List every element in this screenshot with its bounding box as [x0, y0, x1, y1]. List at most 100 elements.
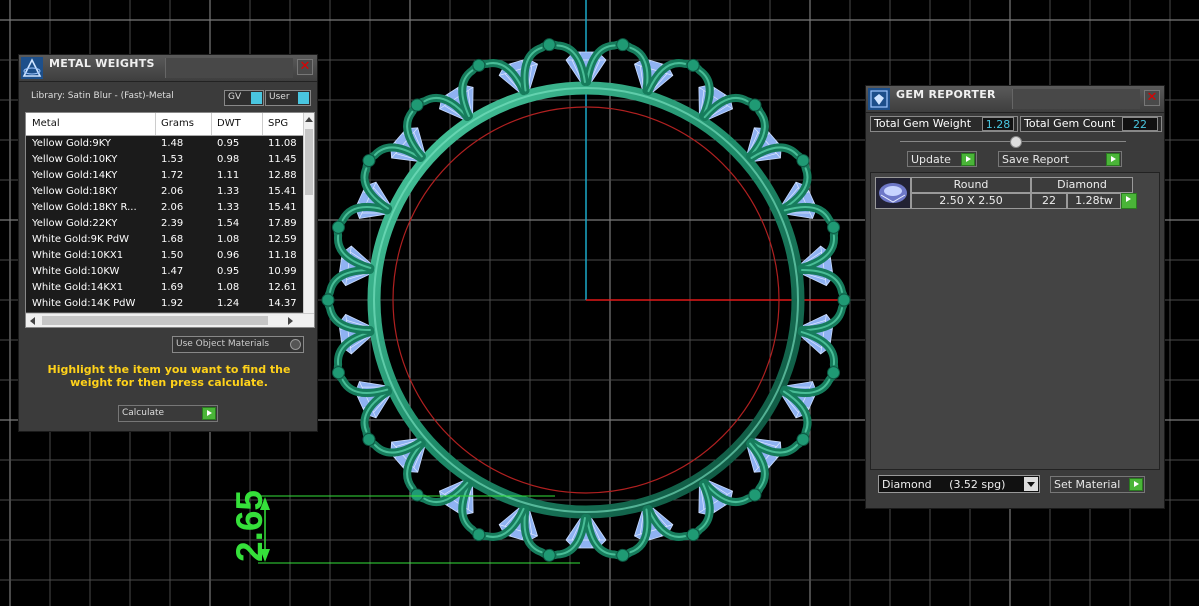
close-icon: ✕ — [299, 59, 311, 74]
user-toggle-label: User — [269, 92, 290, 102]
metal-cell: Yellow Gold:10KY — [32, 154, 118, 165]
instruction-text: Highlight the item you want to find the … — [47, 363, 291, 389]
table-row[interactable]: White Gold:9K PdW 1.68 1.08 12.59 — [26, 232, 303, 249]
total-gem-weight-text: Total Gem Weight — [874, 117, 972, 130]
table-row[interactable]: Yellow Gold:18KY 2.06 1.33 15.41 — [26, 184, 303, 201]
grams-cell: 1.72 — [161, 170, 184, 181]
checkbox-circle-icon — [290, 339, 301, 350]
save-report-button[interactable]: Save Report — [998, 151, 1122, 167]
calculate-label: Calculate — [122, 408, 165, 418]
grams-cell: 1.50 — [161, 250, 184, 261]
spg-cell: 10.99 — [268, 266, 297, 277]
set-material-label: Set Material — [1054, 478, 1121, 491]
metal-cell: White Gold:9K PdW — [32, 234, 129, 245]
spg-cell: 12.59 — [268, 234, 297, 245]
dwt-cell: 1.08 — [217, 282, 240, 293]
metal-cell: Yellow Gold:9KY — [32, 138, 111, 149]
grams-cell: 2.39 — [161, 218, 184, 229]
spg-cell: 12.88 — [268, 170, 297, 181]
table-row[interactable]: White Gold:10KW 1.47 0.95 10.99 — [26, 264, 303, 281]
gem-total-weight-cell: 1.28tw — [1067, 193, 1121, 209]
scroll-thumb[interactable] — [42, 316, 268, 325]
metal-cell: White Gold:14KX1 — [32, 282, 124, 293]
round-gem-icon — [879, 183, 907, 203]
metal-cell: Yellow Gold:18KY — [32, 186, 118, 197]
gem-thumbnail — [875, 177, 911, 209]
column-header-spg[interactable]: SPG — [268, 118, 288, 129]
gem-list-item[interactable]: Round Diamond 2.50 X 2.50 22 1.28tw — [875, 177, 1137, 209]
dwt-cell: 0.95 — [217, 138, 240, 149]
table-row[interactable]: White Gold:10KX1 1.50 0.96 11.18 — [26, 248, 303, 265]
scroll-right-icon[interactable] — [288, 317, 293, 325]
chevron-down-icon — [1027, 482, 1035, 487]
column-header-grams[interactable]: Grams — [161, 118, 194, 129]
set-material-button[interactable]: Set Material — [1050, 476, 1145, 493]
use-object-materials-checkbox[interactable]: Use Object Materials — [172, 336, 304, 353]
gem-reporter-logo-icon — [868, 88, 890, 110]
metal-table[interactable]: Metal Grams DWT SPG Yellow Gold:9KY 1.48 0… — [25, 112, 315, 328]
gem-size-cell: 2.50 X 2.50 — [911, 193, 1031, 209]
gv-toggle[interactable]: GV — [224, 90, 264, 106]
metal-weights-title: METAL WEIGHTS — [49, 57, 155, 70]
titlebar-fill — [165, 58, 293, 78]
spg-cell: 15.41 — [268, 202, 297, 213]
dwt-cell: 1.33 — [217, 186, 240, 197]
gem-reporter-panel: GEM REPORTER ✕ Total Gem Weight 1.28 Tot… — [865, 85, 1165, 509]
gem-reporter-close-button[interactable]: ✕ — [1144, 90, 1160, 106]
spg-cell: 11.45 — [268, 154, 297, 165]
metal-cell: White Gold:10KW — [32, 266, 120, 277]
metal-table-body: Yellow Gold:9KY 1.48 0.95 11.08 Yellow Gold:… — [26, 136, 303, 313]
scroll-thumb[interactable] — [305, 129, 313, 195]
total-gem-weight-value: 1.28 — [982, 117, 1014, 131]
close-icon: ✕ — [1146, 90, 1158, 105]
spg-cell: 11.18 — [268, 250, 297, 261]
calculate-button[interactable]: Calculate — [118, 405, 218, 422]
scroll-left-icon[interactable] — [30, 317, 35, 325]
grams-cell: 1.68 — [161, 234, 184, 245]
gem-list[interactable]: Round Diamond 2.50 X 2.50 22 1.28tw — [870, 172, 1160, 470]
play-arrow-icon — [1106, 153, 1120, 166]
toggle-indicator-icon — [251, 92, 262, 104]
table-row[interactable]: White Gold:14K PdW 1.92 1.24 14.37 — [26, 296, 303, 313]
grams-cell: 1.69 — [161, 282, 184, 293]
gem-reporter-title: GEM REPORTER — [896, 88, 996, 101]
metal-cell: White Gold:10KX1 — [32, 250, 124, 261]
toggle-indicator-icon — [298, 92, 309, 104]
grams-cell: 2.06 — [161, 202, 184, 213]
column-header-dwt[interactable]: DWT — [217, 118, 241, 129]
metal-weights-titlebar[interactable]: METAL WEIGHTS ✕ — [19, 55, 317, 82]
table-row[interactable]: Yellow Gold:18KY R... 2.06 1.33 15.41 — [26, 200, 303, 217]
vertical-scrollbar[interactable] — [303, 113, 314, 313]
play-arrow-icon — [202, 407, 216, 420]
table-row[interactable]: Yellow Gold:22KY 2.39 1.54 17.89 — [26, 216, 303, 233]
gem-reporter-titlebar[interactable]: GEM REPORTER ✕ — [866, 86, 1164, 113]
save-report-label: Save Report — [1002, 153, 1069, 166]
spg-cell: 12.61 — [268, 282, 297, 293]
table-row[interactable]: Yellow Gold:9KY 1.48 0.95 11.08 — [26, 136, 303, 153]
metal-cell: Yellow Gold:14KY — [32, 170, 118, 181]
grams-cell: 1.47 — [161, 266, 184, 277]
play-arrow-icon — [961, 153, 975, 166]
table-row[interactable]: White Gold:14KX1 1.69 1.08 12.61 — [26, 280, 303, 297]
gem-count-cell: 22 — [1031, 193, 1067, 209]
collapse-icon[interactable] — [1010, 136, 1022, 148]
dwt-cell: 1.11 — [217, 170, 240, 181]
horizontal-scrollbar[interactable] — [26, 313, 314, 327]
scroll-up-icon[interactable] — [305, 117, 313, 122]
dwt-cell: 1.33 — [217, 202, 240, 213]
column-separator — [155, 113, 156, 135]
table-row[interactable]: Yellow Gold:10KY 1.53 0.98 11.45 — [26, 152, 303, 169]
dwt-cell: 0.98 — [217, 154, 240, 165]
dropdown-button[interactable] — [1024, 477, 1038, 491]
gv-toggle-label: GV — [228, 92, 242, 102]
update-button[interactable]: Update — [907, 151, 977, 167]
metal-weights-close-button[interactable]: ✕ — [297, 59, 313, 75]
gem-select-button[interactable] — [1121, 193, 1137, 209]
use-object-materials-label: Use Object Materials — [176, 339, 270, 349]
user-toggle[interactable]: User — [265, 90, 311, 106]
material-select[interactable]: Diamond (3.52 spg) — [878, 475, 1040, 493]
play-arrow-icon — [1121, 193, 1137, 209]
column-header-metal[interactable]: Metal — [32, 118, 60, 129]
table-row[interactable]: Yellow Gold:14KY 1.72 1.11 12.88 — [26, 168, 303, 185]
dwt-cell: 0.96 — [217, 250, 240, 261]
